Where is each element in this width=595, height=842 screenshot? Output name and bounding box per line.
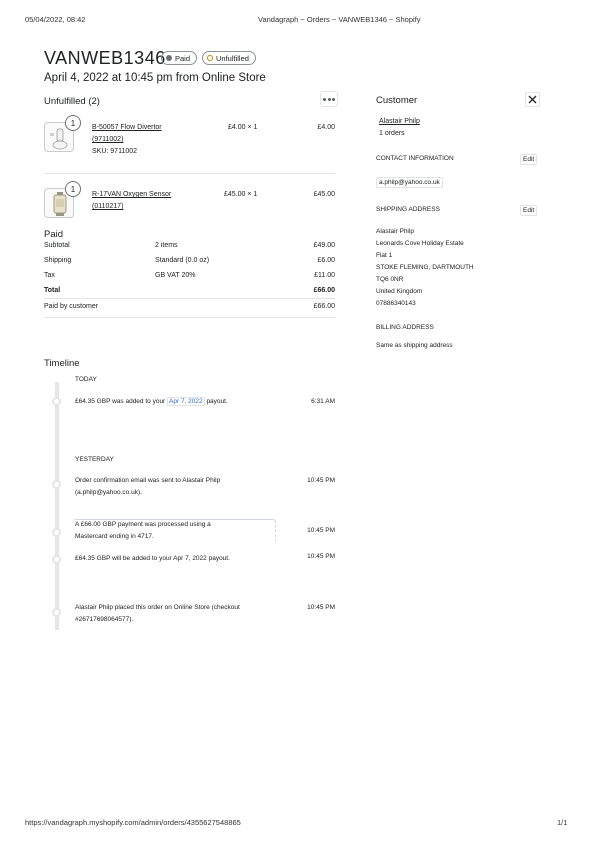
customer-orders-count: 1 orders — [379, 130, 405, 137]
payout-link[interactable]: Apr 7, 2022 — [167, 397, 205, 406]
more-horizontal-icon — [323, 97, 326, 101]
shipping-address-line: United Kingdom — [376, 288, 423, 295]
unfulfilled-title: Unfulfilled (2) — [44, 96, 100, 107]
fulfillment-status-label: Unfulfilled — [216, 53, 249, 63]
print-page-number: 1/1 — [557, 818, 568, 827]
timeline-event-line2: (a.philp@yahoo.co.uk). — [75, 489, 142, 496]
tax-amount: £11.00 — [314, 272, 335, 279]
close-button[interactable] — [525, 92, 540, 107]
tax-label: Tax — [44, 272, 55, 279]
timeline-event-dot — [52, 397, 61, 406]
print-datetime: 05/04/2022, 08:42 — [25, 15, 86, 24]
payment-status-label: Paid — [175, 53, 191, 63]
line-item-variant[interactable]: (0110217) — [92, 203, 123, 210]
line-item-variant[interactable]: (9711002) — [92, 136, 123, 143]
customer-title: Customer — [376, 95, 418, 106]
billing-address-text: Same as shipping address — [376, 342, 453, 349]
paid-title: Paid — [44, 229, 64, 240]
line-item-total: £4.00 — [317, 124, 335, 131]
shipping-phone: 07886340143 — [376, 300, 416, 307]
shipping-label: Shipping — [44, 257, 72, 264]
timeline-event-time: 10:45 PM — [307, 527, 335, 534]
paid-dot-icon — [166, 55, 172, 61]
print-document-title: Vandagraph ~ Orders ~ VANWEB1346 ~ Shopi… — [258, 15, 421, 24]
edit-contact-button[interactable]: Edit — [520, 154, 538, 165]
timeline-event-time: 10:45 PM — [307, 477, 335, 484]
subtotal-detail: 2 items — [155, 242, 178, 249]
print-url: https://vandagraph.myshopify.com/admin/o… — [25, 818, 241, 827]
shipping-address-title: SHIPPING ADDRESS — [376, 206, 440, 213]
unfulfilled-dot-icon — [207, 55, 213, 61]
timeline-event-line2: Mastercard ending in 4717. — [75, 533, 154, 540]
subtotal-amount: £49.00 — [313, 242, 335, 249]
quantity-badge: 1 — [65, 115, 81, 131]
divider — [44, 298, 335, 299]
total-label: Total — [44, 287, 61, 294]
shipping-address-line: Flat 1 — [376, 252, 393, 259]
total-amount: £66.00 — [313, 287, 335, 294]
divider — [44, 317, 335, 318]
timeline-event-dot — [52, 555, 61, 564]
timeline-event-dot — [52, 608, 61, 617]
timeline-title: Timeline — [44, 358, 80, 369]
order-placed-info: April 4, 2022 at 10:45 pm from Online St… — [44, 72, 266, 84]
timeline-date-today: TODAY — [75, 376, 97, 383]
timeline-event: £64.35 GBP will be added to your Apr 7, … — [75, 555, 230, 562]
timeline-date-yesterday: YESTERDAY — [75, 456, 114, 463]
customer-email-link[interactable]: a.philp@yahoo.co.uk — [376, 177, 443, 188]
order-number: VANWEB1346 — [44, 48, 166, 68]
customer-name-link[interactable]: Alastair Philp — [379, 118, 420, 125]
subtotal-label: Subtotal — [44, 242, 70, 249]
billing-address-title: BILLING ADDRESS — [376, 324, 434, 331]
timeline-event-line1: Order confirmation email was sent to Ala… — [75, 477, 221, 484]
shipping-address-line: Alastair Philp — [376, 228, 414, 235]
timeline-event-time: 10:45 PM — [307, 553, 335, 560]
timeline-line — [55, 382, 59, 630]
line-item-name[interactable]: R-17VAN Oxygen Sensor — [92, 191, 171, 198]
contact-information-title: CONTACT INFORMATION — [376, 155, 454, 162]
shipping-detail: Standard (0.0 oz) — [155, 257, 210, 264]
tax-detail: GB VAT 20% — [155, 272, 196, 279]
line-item-price-qty: £45.00 × 1 — [224, 191, 258, 198]
more-actions-button[interactable] — [320, 91, 338, 107]
timeline-event-line1: Alastair Philp placed this order on Onli… — [75, 604, 240, 611]
paid-by-customer-amount: £66.00 — [313, 303, 335, 310]
paid-by-customer-label: Paid by customer — [44, 303, 99, 310]
shipping-amount: £6.00 — [317, 257, 335, 264]
close-icon — [528, 95, 537, 104]
timeline-event-dot — [52, 528, 61, 537]
edit-shipping-button[interactable]: Edit — [520, 205, 538, 216]
line-item-name[interactable]: B-50057 Flow Divertor — [92, 124, 162, 131]
timeline-event-time: 6:31 AM — [311, 398, 335, 405]
shipping-address-line: STOKE FLEMING, DARTMOUTH — [376, 264, 474, 271]
timeline-event-line1: A £66.00 GBP payment was processed using… — [75, 521, 211, 528]
timeline-event-dot — [52, 480, 61, 489]
line-item-total: £45.00 — [313, 191, 335, 198]
timeline-event-time: 10:45 PM — [307, 604, 335, 611]
shipping-address-line: TQ6 0NR — [376, 276, 404, 283]
shipping-address-line: Leonards Cove Holiday Estate — [376, 240, 464, 247]
line-item-sku: SKU: 9711002 — [92, 148, 138, 155]
quantity-badge: 1 — [65, 181, 81, 197]
divider — [44, 173, 335, 174]
payment-status-badge: Paid — [161, 51, 198, 65]
fulfillment-status-badge: Unfulfilled — [202, 51, 256, 65]
timeline-event-line2: #26717698064577). — [75, 616, 134, 623]
timeline-event: £64.35 GBP was added to your Apr 7, 2022… — [75, 397, 228, 406]
line-item-price-qty: £4.00 × 1 — [228, 124, 258, 131]
